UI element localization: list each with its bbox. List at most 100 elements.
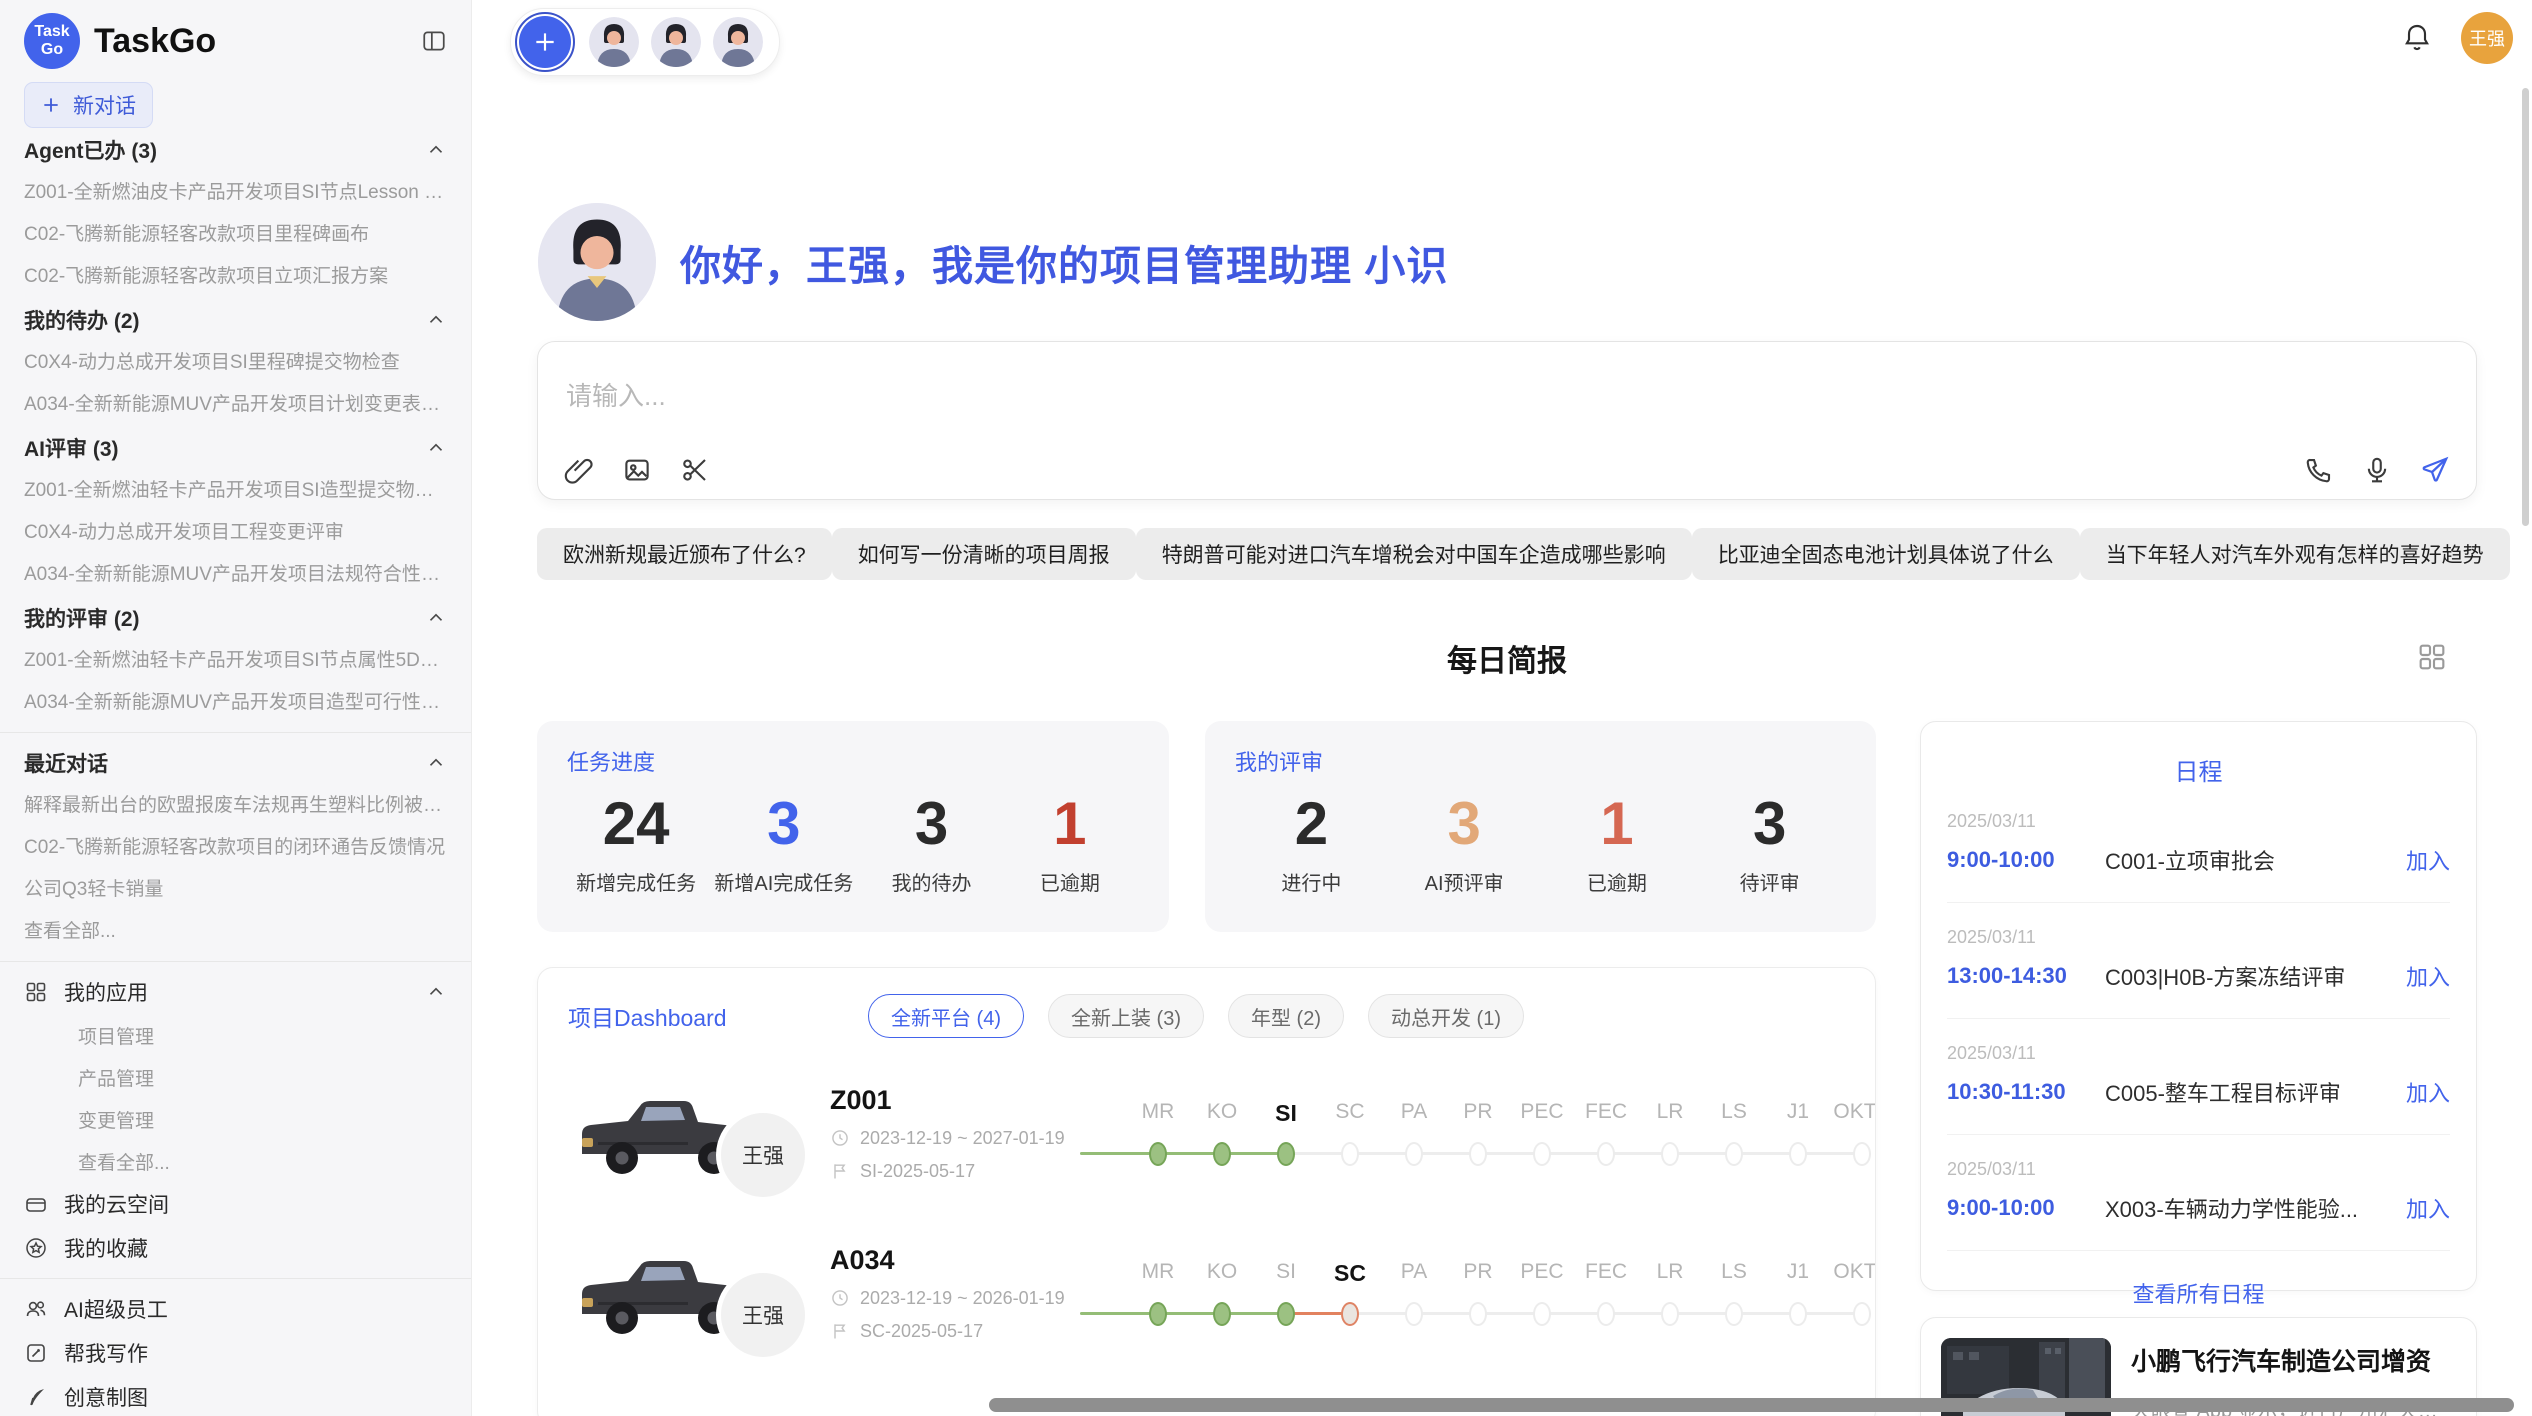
sidebar-conversation-item[interactable]: 解释最新出台的欧盟报废车法规再生塑料比例被调至15%... [24,785,447,827]
milestone-dot-pa[interactable] [1405,1302,1423,1326]
suggestion-chip[interactable]: 如何写一份清晰的项目周报 [832,528,1136,580]
suggestion-chip[interactable]: 当下年轻人对汽车外观有怎样的喜好趋势 [2080,528,2510,580]
sidebar-app-item[interactable]: 产品管理 [24,1056,447,1098]
milestone-dot-j1[interactable] [1789,1142,1807,1166]
microphone-icon[interactable] [2362,455,2392,485]
dashboard-filter-tab[interactable]: 全新上装 (3) [1048,994,1204,1038]
milestone-dot-ko[interactable] [1213,1142,1231,1166]
sidebar-conversation-item[interactable]: C02-飞腾新能源轻客改款项目里程碑画布 [24,214,447,256]
join-meeting-link[interactable]: 加入 [2406,960,2450,992]
milestone-dot-ls[interactable] [1725,1302,1743,1326]
add-agent-button[interactable] [519,16,571,68]
sidebar-app-label: 查看全部... [78,1148,447,1175]
sidebar-section-header[interactable]: 我的评审 (2) [24,596,447,640]
milestone-label-pa: PA [1382,1260,1446,1287]
suggestion-chip[interactable]: 特朗普可能对进口汽车增税会对中国车企造成哪些影响 [1136,528,1692,580]
sidebar-conversation-item[interactable]: A034-全新新能源MUV产品开发项目造型可行性评审 [24,682,447,724]
horizontal-scrollbar[interactable] [989,1398,2514,1412]
sidebar-item-cloud[interactable]: 我的云空间 [24,1182,447,1226]
sidebar-section-header[interactable]: 最近对话 [24,741,447,785]
new-chat-button[interactable]: 新对话 [24,82,153,128]
send-icon[interactable] [2420,455,2450,485]
sidebar-item-my-apps[interactable]: 我的应用 [24,970,447,1014]
milestone-dot-mr[interactable] [1149,1302,1167,1326]
paperclip-icon[interactable] [564,455,594,485]
dashboard-filter-tab[interactable]: 全新平台 (4) [868,994,1024,1038]
sidebar-collapse-icon[interactable] [421,28,447,54]
milestone-dot-fec[interactable] [1597,1302,1615,1326]
stat-label: AI预评审 [1404,867,1524,896]
sidebar-item-label: 我的云空间 [64,1189,447,1219]
project-meta: A0342023-12-19 ~ 2026-01-19SC-2025-05-17 [830,1245,1126,1342]
chat-input[interactable] [564,380,2454,413]
milestone-dot-oktb[interactable] [1853,1302,1871,1326]
sidebar-conversation-item[interactable]: Z001-全新燃油轻卡产品开发项目SI造型提交物评审 [24,470,447,512]
schedule-meeting-name: C003|H0B-方案冻结评审 [2105,960,2390,992]
milestone-dot-si[interactable] [1277,1142,1295,1166]
milestone-dot-fec[interactable] [1597,1142,1615,1166]
milestone-label-j1: J1 [1766,1100,1830,1127]
milestone-dot-pr[interactable] [1469,1142,1487,1166]
milestone-dot-pr[interactable] [1469,1302,1487,1326]
milestone-cell [1254,1302,1318,1326]
milestone-dot-j1[interactable] [1789,1302,1807,1326]
milestone-cell [1702,1302,1766,1326]
sidebar-conversation-item[interactable]: C0X4-动力总成开发项目SI里程碑提交物检查 [24,342,447,384]
sidebar-conversation-item[interactable]: C02-飞腾新能源轻客改款项目立项汇报方案 [24,256,447,298]
dashboard-filter-tab[interactable]: 年型 (2) [1228,994,1344,1038]
sidebar-section-header[interactable]: AI评审 (3) [24,426,447,470]
vertical-scrollbar[interactable] [2522,88,2529,526]
milestone-dot-sc[interactable] [1341,1302,1359,1326]
suggestion-chip[interactable]: 欧洲新规最近颁布了什么? [537,528,832,580]
sidebar-conversation-item[interactable]: Z001-全新燃油皮卡产品开发项目SI节点Lesson Learn报告 [24,172,447,214]
schedule-date: 2025/03/11 [1947,927,2450,948]
scissors-icon[interactable] [680,455,710,485]
milestone-dot-lr[interactable] [1661,1302,1679,1326]
join-meeting-link[interactable]: 加入 [2406,1192,2450,1224]
suggestion-chip[interactable]: 比亚迪全固态电池计划具体说了什么 [1692,528,2080,580]
project-dates: 2023-12-19 ~ 2026-01-19 [860,1288,1065,1309]
user-avatar[interactable]: 王强 [2461,12,2513,64]
sidebar-conversation-item[interactable]: A034-全新新能源MUV产品开发项目计划变更表编写 [24,384,447,426]
image-icon[interactable] [622,455,652,485]
sidebar-conversation-item[interactable]: C0X4-动力总成开发项目工程变更评审 [24,512,447,554]
sidebar-section-header[interactable]: 我的待办 (2) [24,298,447,342]
sidebar-app-item[interactable]: 查看全部... [24,1140,447,1182]
milestone-cell [1574,1142,1638,1166]
briefing-layout-icon[interactable] [2416,641,2448,673]
phone-icon[interactable] [2304,455,2334,485]
milestone-dot-oktb[interactable] [1853,1142,1871,1166]
sidebar-app-item[interactable]: 变更管理 [24,1098,447,1140]
milestone-dot-pa[interactable] [1405,1142,1423,1166]
milestone-label-lr: LR [1638,1260,1702,1287]
dashboard-filter-tab[interactable]: 动总开发 (1) [1368,994,1524,1038]
milestone-dot-ls[interactable] [1725,1142,1743,1166]
milestone-dot-pec[interactable] [1533,1142,1551,1166]
agent-avatar[interactable] [651,17,701,67]
milestone-dot-pec[interactable] [1533,1302,1551,1326]
sidebar-section-header[interactable]: Agent已办 (3) [24,128,447,172]
sidebar-item-star[interactable]: 我的收藏 [24,1226,447,1270]
milestone-dot-ko[interactable] [1213,1302,1231,1326]
join-meeting-link[interactable]: 加入 [2406,844,2450,876]
sidebar-item-pen[interactable]: 创意制图 [24,1375,447,1416]
sidebar-item-people[interactable]: AI超级员工 [24,1287,447,1331]
milestone-dots [1126,1141,1876,1167]
view-all-schedule-link[interactable]: 查看所有日程 [1947,1277,2450,1309]
notification-bell-icon[interactable] [2401,22,2433,54]
agent-avatar[interactable] [589,17,639,67]
sidebar-conversation-item[interactable]: 查看全部... [24,911,447,953]
milestone-dot-lr[interactable] [1661,1142,1679,1166]
sidebar-app-item[interactable]: 项目管理 [24,1014,447,1056]
schedule-date: 2025/03/11 [1947,1043,2450,1064]
sidebar-conversation-item[interactable]: 公司Q3轻卡销量 [24,869,447,911]
sidebar-conversation-item[interactable]: C02-飞腾新能源轻客改款项目的闭环通告反馈情况 [24,827,447,869]
sidebar-item-write[interactable]: 帮我写作 [24,1331,447,1375]
milestone-dot-si[interactable] [1277,1302,1295,1326]
sidebar-conversation-item[interactable]: Z001-全新燃油轻卡产品开发项目SI节点属性5D文件评审 [24,640,447,682]
milestone-dot-sc[interactable] [1341,1142,1359,1166]
join-meeting-link[interactable]: 加入 [2406,1076,2450,1108]
sidebar-conversation-item[interactable]: A034-全新新能源MUV产品开发项目法规符合性评审 [24,554,447,596]
agent-avatar[interactable] [713,17,763,67]
milestone-dot-mr[interactable] [1149,1142,1167,1166]
